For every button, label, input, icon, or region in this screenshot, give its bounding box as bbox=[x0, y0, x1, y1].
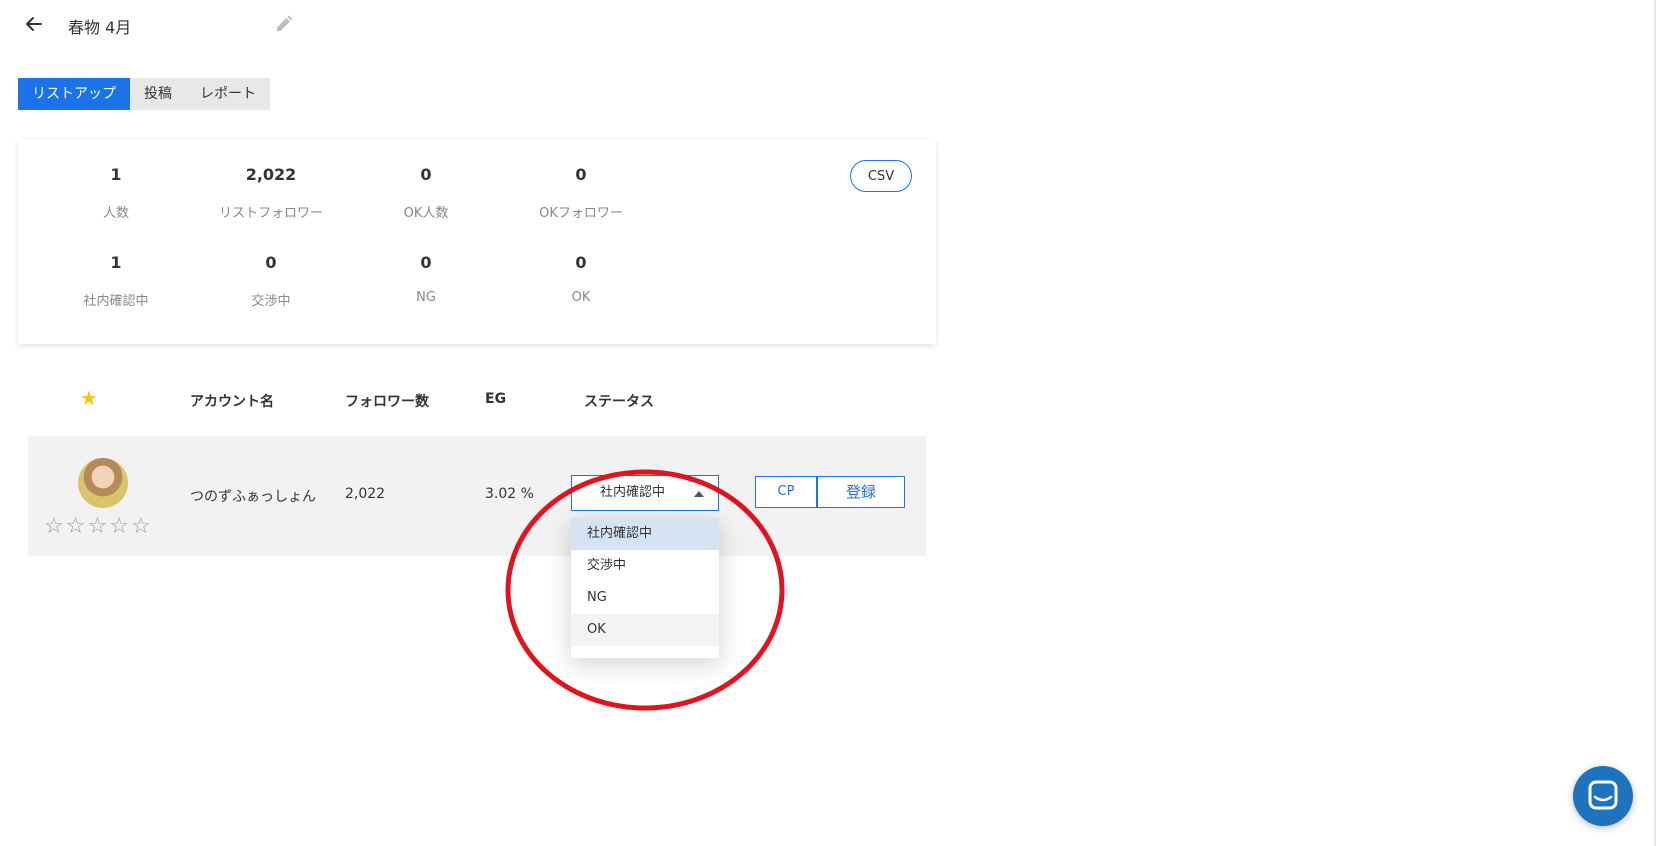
stat-label: リストフォロワー bbox=[218, 206, 323, 221]
stat-internal-review: 1 社内確認中 bbox=[36, 252, 196, 309]
tab-bar: リストアップ 投稿 レポート bbox=[18, 78, 270, 110]
stats-card: 1 人数 2,022 リストフォロワー 0 OK人数 0 OKフォロワー 1 社… bbox=[18, 140, 936, 344]
star-rating[interactable]: ☆ ☆ ☆ ☆ ☆ bbox=[44, 516, 151, 538]
stat-value: 1 bbox=[110, 165, 122, 184]
stat-value: 2,022 bbox=[245, 165, 297, 184]
csv-button[interactable]: CSV bbox=[850, 160, 912, 192]
stat-value: 0 bbox=[420, 253, 432, 272]
stat-ok-people: 0 OK人数 bbox=[346, 164, 506, 221]
stat-label: OK人数 bbox=[403, 206, 449, 221]
header-account-name: アカウント名 bbox=[190, 394, 274, 410]
chat-launcher-button[interactable] bbox=[1573, 766, 1633, 826]
stat-ok-followers: 0 OKフォロワー bbox=[501, 164, 661, 221]
stat-ng: 0 NG bbox=[346, 252, 506, 305]
stat-label: 交渉中 bbox=[251, 294, 291, 309]
option-negotiating[interactable]: 交渉中 bbox=[571, 550, 719, 582]
stat-negotiating: 0 交渉中 bbox=[191, 252, 351, 309]
stat-label: 人数 bbox=[102, 206, 129, 221]
stat-ok: 0 OK bbox=[501, 252, 661, 305]
star-outline-icon[interactable]: ☆ bbox=[87, 516, 107, 538]
follower-count: 2,022 bbox=[345, 486, 386, 502]
avatar[interactable] bbox=[78, 458, 128, 508]
cp-button[interactable]: CP bbox=[755, 476, 817, 508]
table-row: ☆ ☆ ☆ ☆ ☆ つのずふぁっしょん 2,022 3.02 % 社内確認中 C… bbox=[28, 436, 926, 556]
eg-value: 3.02 % bbox=[485, 486, 534, 502]
stat-list-followers: 2,022 リストフォロワー bbox=[191, 164, 351, 221]
option-ok[interactable]: OK bbox=[571, 614, 719, 646]
header-eg: EG bbox=[485, 391, 507, 407]
stat-value: 0 bbox=[575, 165, 587, 184]
star-outline-icon[interactable]: ☆ bbox=[66, 516, 86, 538]
header-status: ステータス bbox=[584, 394, 654, 410]
stat-value: 0 bbox=[420, 165, 432, 184]
status-dropdown-menu: 社内確認中 交渉中 NG OK bbox=[571, 518, 719, 658]
stat-people: 1 人数 bbox=[36, 164, 196, 221]
status-select-value: 社内確認中 bbox=[600, 485, 666, 500]
caret-up-icon bbox=[694, 491, 704, 497]
option-internal-review[interactable]: 社内確認中 bbox=[571, 518, 719, 550]
scrollbar[interactable] bbox=[1654, 0, 1656, 846]
page: 春物 4月 リストアップ 投稿 レポート 1 人数 2,022 リストフォロワー… bbox=[0, 0, 1658, 846]
favorite-star-icon[interactable]: ★ bbox=[80, 386, 98, 410]
stat-label: OK bbox=[571, 290, 591, 305]
status-select[interactable]: 社内確認中 bbox=[571, 475, 719, 511]
arrow-left-icon[interactable] bbox=[24, 14, 44, 34]
stat-value: 1 bbox=[110, 253, 122, 272]
stat-label: OKフォロワー bbox=[539, 206, 623, 221]
star-outline-icon[interactable]: ☆ bbox=[109, 516, 129, 538]
register-button[interactable]: 登録 bbox=[817, 476, 905, 508]
header-followers: フォロワー数 bbox=[345, 394, 429, 410]
tab-listup[interactable]: リストアップ bbox=[18, 78, 130, 110]
page-title: 春物 4月 bbox=[68, 18, 132, 37]
pencil-icon[interactable] bbox=[274, 14, 294, 34]
chat-icon bbox=[1588, 780, 1618, 810]
stat-value: 0 bbox=[575, 253, 587, 272]
tab-report[interactable]: レポート bbox=[186, 78, 270, 110]
star-outline-icon[interactable]: ☆ bbox=[44, 516, 64, 538]
option-ng[interactable]: NG bbox=[571, 582, 719, 614]
tab-posts[interactable]: 投稿 bbox=[130, 78, 186, 110]
stat-label: NG bbox=[416, 290, 436, 305]
account-name[interactable]: つのずふぁっしょん bbox=[190, 486, 316, 506]
stat-label: 社内確認中 bbox=[83, 294, 149, 309]
stat-value: 0 bbox=[265, 253, 277, 272]
star-outline-icon[interactable]: ☆ bbox=[131, 516, 151, 538]
